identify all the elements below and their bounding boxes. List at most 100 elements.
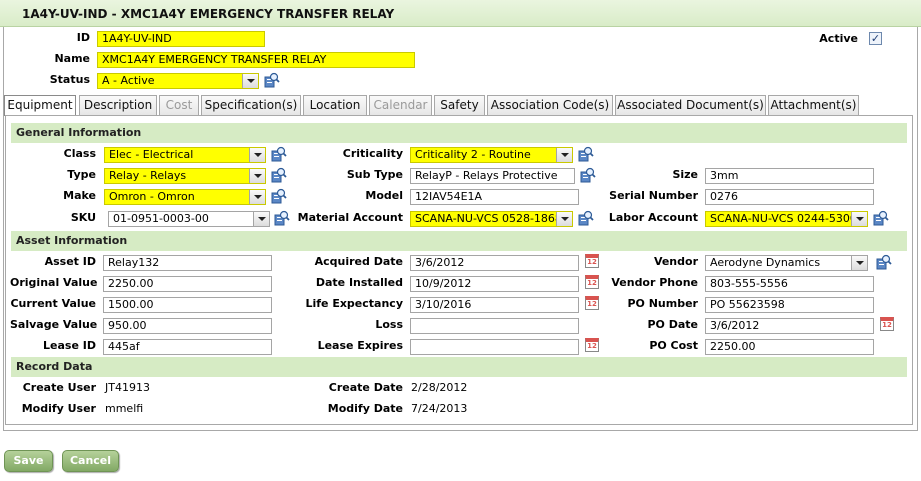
lookup-icon[interactable] [271,188,287,204]
cancel-button[interactable]: Cancel [62,450,119,472]
dropdown-arrow-icon[interactable] [556,212,572,226]
calendar-icon[interactable]: 12 [880,317,894,331]
lookup-icon[interactable] [274,210,290,226]
acquired-date-input[interactable]: 3/6/2012 [410,255,579,271]
dropdown-arrow-icon[interactable] [851,212,867,226]
vendor-label: Vendor [653,255,698,268]
tab-safety[interactable]: Safety [434,95,485,115]
general-information-header: General Information [11,123,907,143]
subtype-select[interactable]: RelayP - Relays Protective [410,168,575,184]
po-number-input[interactable]: PO 55623598 [705,297,874,313]
date-installed-label: Date Installed [315,276,403,289]
calendar-icon[interactable]: 12 [585,296,599,310]
create-date-value: 2/28/2012 [411,381,468,394]
lease-expires-input[interactable] [410,339,579,355]
subtype-value: RelayP - Relays Protective [415,169,558,182]
life-expectancy-label: Life Expectancy [305,297,403,310]
lease-expires-label: Lease Expires [317,339,403,352]
tab-description[interactable]: Description [79,95,157,115]
dropdown-arrow-icon[interactable] [253,212,269,226]
name-input[interactable]: XMC1A4Y EMERGENCY TRANSFER RELAY [97,52,415,68]
criticality-value: Criticality 2 - Routine [415,148,531,161]
asset-id-label: Asset ID [44,255,96,268]
class-value: Elec - Electrical [109,148,194,161]
modify-user-value: mmelfi [105,402,144,415]
dropdown-arrow-icon[interactable] [249,169,265,183]
lookup-icon[interactable] [580,167,596,183]
serial-number-label: Serial Number [609,189,698,202]
model-label: Model [365,189,403,202]
serial-number-input[interactable]: 0276 [705,189,874,205]
window-title: 1A4Y-UV-IND - XMC1A4Y EMERGENCY TRANSFER… [22,7,395,21]
dropdown-arrow-icon[interactable] [242,74,258,88]
tab-association-codes[interactable]: Association Code(s) [487,95,613,115]
material-account-select[interactable]: SCANA-NU-VCS 0528-1868 [410,211,573,227]
acquired-date-label: Acquired Date [314,255,403,268]
salvage-value-label: Salvage Value [10,318,98,331]
date-installed-input[interactable]: 10/9/2012 [410,276,579,292]
asset-id-input[interactable]: Relay132 [103,255,272,271]
lookup-icon[interactable] [271,167,287,183]
lookup-icon[interactable] [578,146,594,162]
vendor-select[interactable]: Aerodyne Dynamics [705,255,868,271]
dropdown-arrow-icon[interactable] [249,190,265,204]
calendar-icon[interactable]: 12 [585,338,599,352]
modify-date-value: 7/24/2013 [411,402,468,415]
asset-information-header: Asset Information [11,231,907,251]
po-date-input[interactable]: 3/6/2012 [705,318,874,334]
tab-attachments[interactable]: Attachment(s) [768,95,859,115]
labor-account-label: Labor Account [608,211,698,224]
type-select[interactable]: Relay - Relays [104,168,266,184]
active-checkbox[interactable]: ✓ [869,32,882,45]
lookup-icon[interactable] [271,146,287,162]
status-label: Status [49,73,90,86]
class-select[interactable]: Elec - Electrical [104,147,266,163]
dropdown-arrow-icon[interactable] [249,148,265,162]
lease-id-label: Lease ID [43,339,96,352]
criticality-select[interactable]: Criticality 2 - Routine [410,147,573,163]
vendor-phone-label: Vendor Phone [611,276,698,289]
sku-select[interactable]: 01-0951-0003-00 [108,211,270,227]
loss-label: Loss [375,318,403,331]
create-date-label: Create Date [328,381,403,394]
checkbox-check-icon: ✓ [870,32,881,45]
loss-input[interactable] [410,318,579,334]
save-button[interactable]: Save [4,450,53,472]
original-value-input[interactable]: 2250.00 [103,276,272,292]
make-select[interactable]: Omron - Omron [104,189,266,205]
lookup-icon[interactable] [264,72,280,88]
labor-account-value: SCANA-NU-VCS 0244-5300 [710,212,857,225]
modify-user-label: Modify User [21,402,96,415]
status-value: A - Active [102,74,155,87]
size-label: Size [672,168,698,181]
calendar-icon[interactable]: 12 [585,275,599,289]
make-label: Make [63,189,96,202]
po-cost-input[interactable]: 2250.00 [705,339,874,355]
size-input[interactable]: 3mm [705,168,874,184]
vendor-phone-input[interactable]: 803-555-5556 [705,276,874,292]
lookup-icon[interactable] [873,210,889,226]
id-input[interactable]: 1A4Y-UV-IND [97,31,265,47]
lookup-icon[interactable] [876,254,892,270]
salvage-value-input[interactable]: 950.00 [103,318,272,334]
tab-location[interactable]: Location [303,95,367,115]
labor-account-select[interactable]: SCANA-NU-VCS 0244-5300 [705,211,868,227]
type-value: Relay - Relays [109,169,187,182]
lookup-icon[interactable] [578,210,594,226]
calendar-icon[interactable]: 12 [585,254,599,268]
window-title-bar: 1A4Y-UV-IND - XMC1A4Y EMERGENCY TRANSFER… [0,0,921,27]
current-value-input[interactable]: 1500.00 [103,297,272,313]
modify-date-label: Modify Date [327,402,403,415]
dropdown-arrow-icon[interactable] [851,256,867,270]
lease-id-input[interactable]: 445af [103,339,272,355]
original-value-label: Original Value [10,276,98,289]
create-user-value: JT41913 [105,381,150,394]
tab-associated-documents[interactable]: Associated Document(s) [615,95,766,115]
tab-equipment[interactable]: Equipment [4,95,76,116]
class-label: Class [63,147,96,160]
status-select[interactable]: A - Active [97,73,259,89]
tab-specifications[interactable]: Specification(s) [201,95,301,115]
dropdown-arrow-icon[interactable] [556,148,572,162]
life-expectancy-input[interactable]: 3/10/2016 [410,297,579,313]
model-input[interactable]: 12IAV54E1A [410,189,579,205]
